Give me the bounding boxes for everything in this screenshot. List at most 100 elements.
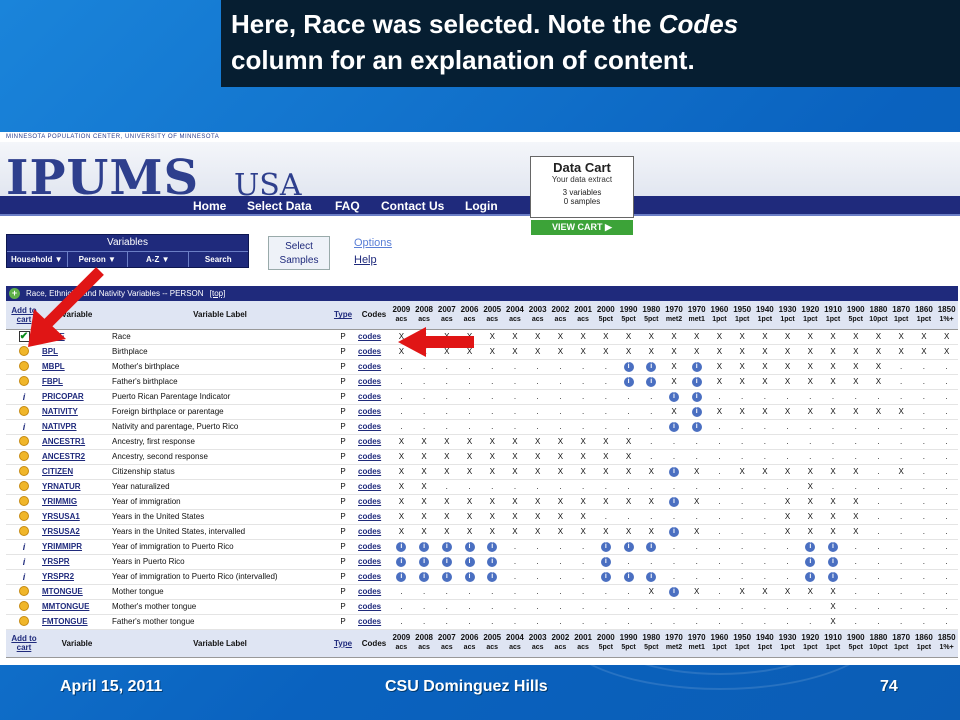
col-type[interactable]: Type	[328, 629, 358, 658]
info-icon[interactable]: i	[419, 572, 430, 582]
info-icon[interactable]: i	[668, 527, 679, 537]
variable-name-link[interactable]: FBPL	[42, 377, 63, 386]
codes-link[interactable]: codes	[358, 347, 381, 356]
variable-name-link[interactable]: NATIVITY	[42, 407, 78, 416]
codes-link[interactable]: codes	[358, 542, 381, 551]
info-icon[interactable]: i	[487, 542, 498, 552]
availability-note-cell[interactable]: i	[594, 569, 618, 585]
availability-note-cell[interactable]: i	[594, 539, 618, 555]
info-icon[interactable]: i	[441, 557, 452, 567]
availability-note-cell[interactable]: i	[435, 554, 459, 570]
variable-name-link[interactable]: CITIZEN	[42, 467, 73, 476]
availability-note-cell[interactable]: i	[639, 569, 663, 585]
add-to-cart-cell[interactable]	[6, 374, 42, 390]
add-to-cart-icon[interactable]	[19, 450, 29, 461]
add-to-cart-cell[interactable]	[6, 404, 42, 420]
info-icon[interactable]: i	[623, 362, 634, 372]
availability-note-cell[interactable]: i	[662, 494, 686, 510]
variable-name-link[interactable]: MBPL	[42, 362, 65, 371]
add-to-cart-cell[interactable]	[6, 479, 42, 495]
info-icon[interactable]: i	[691, 377, 702, 387]
info-icon[interactable]: i	[646, 572, 657, 582]
add-to-cart-icon[interactable]	[19, 510, 29, 521]
info-icon[interactable]: i	[19, 392, 29, 402]
info-icon[interactable]: i	[623, 377, 634, 387]
add-to-cart-cell[interactable]: i	[6, 419, 42, 435]
expand-plus-icon[interactable]: +	[9, 288, 20, 299]
availability-note-cell[interactable]: i	[821, 539, 845, 555]
availability-note-cell[interactable]: i	[662, 584, 686, 600]
menu-a-z[interactable]: A-Z ▼	[128, 252, 189, 267]
availability-note-cell[interactable]: i	[685, 404, 709, 420]
add-to-cart-icon[interactable]	[19, 525, 29, 536]
info-icon[interactable]: i	[691, 392, 702, 402]
codes-link[interactable]: codes	[358, 617, 381, 626]
add-to-cart-cell[interactable]	[6, 599, 42, 615]
availability-note-cell[interactable]: i	[662, 389, 686, 405]
availability-note-cell[interactable]: i	[390, 569, 413, 585]
info-icon[interactable]: i	[668, 392, 679, 402]
codes-link[interactable]: codes	[358, 377, 381, 386]
add-to-cart-cell[interactable]	[6, 464, 42, 480]
info-icon[interactable]: i	[668, 497, 679, 507]
variable-name-link[interactable]: NATIVPR	[42, 422, 77, 431]
variable-name-link[interactable]: YRNATUR	[42, 482, 81, 491]
add-to-cart-cell[interactable]	[6, 494, 42, 510]
add-to-cart-cell[interactable]: i	[6, 554, 42, 570]
info-icon[interactable]: i	[668, 587, 679, 597]
codes-link[interactable]: codes	[358, 587, 381, 596]
add-to-cart-cell[interactable]	[6, 614, 42, 630]
info-icon[interactable]: i	[487, 557, 498, 567]
availability-note-cell[interactable]: i	[685, 389, 709, 405]
add-to-cart-icon[interactable]	[19, 405, 29, 416]
info-icon[interactable]: i	[828, 542, 839, 552]
availability-note-cell[interactable]: i	[821, 569, 845, 585]
add-to-cart-cell[interactable]	[6, 434, 42, 450]
col-add-to-cart[interactable]: Add to cart	[6, 629, 42, 658]
info-icon[interactable]: i	[805, 542, 816, 552]
variable-name-link[interactable]: YRSUSA2	[42, 527, 80, 536]
codes-link[interactable]: codes	[358, 452, 381, 461]
info-icon[interactable]: i	[19, 572, 29, 582]
info-icon[interactable]: i	[19, 557, 29, 567]
availability-note-cell[interactable]: i	[594, 554, 618, 570]
availability-note-cell[interactable]: i	[412, 569, 436, 585]
options-link[interactable]: Options	[354, 237, 392, 249]
availability-note-cell[interactable]: i	[685, 419, 709, 435]
codes-link[interactable]: codes	[358, 437, 381, 446]
variable-name-link[interactable]: YRSPR2	[42, 572, 74, 581]
availability-note-cell[interactable]: i	[390, 554, 413, 570]
availability-note-cell[interactable]: i	[458, 539, 481, 555]
info-icon[interactable]: i	[668, 467, 679, 477]
add-to-cart-icon[interactable]	[19, 375, 29, 386]
add-to-cart-cell[interactable]	[6, 584, 42, 600]
info-icon[interactable]: i	[828, 572, 839, 582]
availability-note-cell[interactable]: i	[617, 359, 640, 375]
availability-note-cell[interactable]: i	[685, 359, 709, 375]
availability-note-cell[interactable]: i	[617, 539, 640, 555]
info-icon[interactable]: i	[19, 542, 29, 552]
variable-name-link[interactable]: FMTONGUE	[42, 617, 88, 626]
nav-faq[interactable]: FAQ	[335, 199, 360, 213]
info-icon[interactable]: i	[441, 542, 452, 552]
nav-select-data[interactable]: Select Data	[247, 199, 312, 213]
codes-link[interactable]: codes	[358, 332, 381, 341]
select-samples-button[interactable]: Select Samples	[268, 236, 330, 270]
info-icon[interactable]: i	[396, 572, 407, 582]
availability-note-cell[interactable]: i	[458, 554, 481, 570]
variable-name-link[interactable]: YRIMMIG	[42, 497, 77, 506]
top-link[interactable]: [top]	[210, 289, 226, 298]
add-to-cart-cell[interactable]	[6, 359, 42, 375]
variable-name-link[interactable]: YRSUSA1	[42, 512, 80, 521]
variable-name-link[interactable]: MMTONGUE	[42, 602, 89, 611]
codes-link[interactable]: codes	[358, 497, 381, 506]
info-icon[interactable]: i	[464, 542, 475, 552]
variable-name-link[interactable]: YRSPR	[42, 557, 70, 566]
info-icon[interactable]: i	[464, 572, 475, 582]
availability-note-cell[interactable]: i	[412, 554, 436, 570]
add-to-cart-icon[interactable]	[19, 480, 29, 491]
codes-link[interactable]: codes	[358, 527, 381, 536]
info-icon[interactable]: i	[419, 557, 430, 567]
info-icon[interactable]: i	[646, 542, 657, 552]
info-icon[interactable]: i	[691, 422, 702, 432]
